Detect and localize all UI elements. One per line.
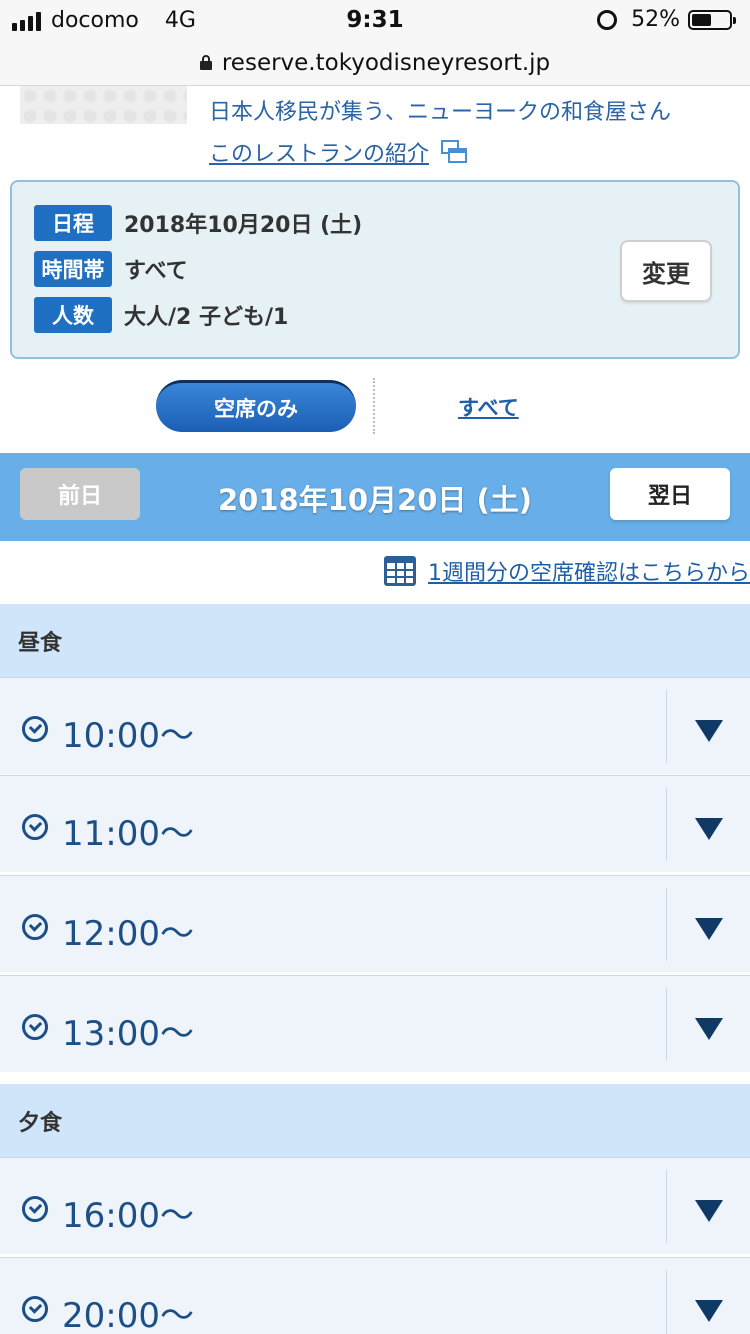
filter-available-only-button[interactable]: 空席のみ (156, 380, 356, 432)
clock-icon (22, 1296, 48, 1322)
clock-icon (22, 1196, 48, 1222)
clock-icon (22, 814, 48, 840)
slot-divider (666, 888, 667, 961)
condition-party-row: 人数 大人/2 子ども/1 (34, 297, 288, 333)
condition-time-label: 時間帯 (34, 251, 112, 287)
triangle-down-icon[interactable] (695, 1200, 723, 1222)
clock-icon (22, 914, 48, 940)
url-text: reserve.tokyodisneyresort.jp (221, 49, 551, 76)
slot-divider (666, 1270, 667, 1334)
time-slot-row[interactable]: 13:00〜 (0, 975, 750, 1072)
status-right: 52% (597, 7, 736, 32)
battery-fill (692, 13, 711, 26)
condition-date-row: 日程 2018年10月20日 (土) (34, 205, 362, 241)
restaurant-intro-link[interactable]: このレストランの紹介 (209, 136, 468, 168)
time-slot-row[interactable]: 12:00〜 (0, 875, 750, 972)
restaurant-intro-label: このレストランの紹介 (209, 142, 430, 167)
time-slot-row[interactable]: 20:00〜 (0, 1257, 750, 1334)
slot-divider (666, 690, 667, 763)
calendar-icon (384, 556, 416, 586)
alarm-icon (597, 9, 618, 30)
time-slot-label: 10:00〜 (62, 716, 194, 756)
filter-all-link[interactable]: すべて (458, 392, 519, 422)
time-slot-label: 11:00〜 (62, 814, 194, 854)
restaurant-thumbnail (20, 86, 187, 124)
condition-time-value: すべて (124, 259, 188, 284)
date-navigation-bar: 前日 2018年10月20日 (土) 翌日 (0, 453, 750, 541)
condition-date-value: 2018年10月20日 (土) (124, 213, 363, 238)
time-slot-label: 12:00〜 (62, 914, 194, 954)
triangle-down-icon[interactable] (695, 720, 723, 742)
slot-divider (666, 988, 667, 1061)
time-slot-label: 13:00〜 (62, 1014, 194, 1054)
triangle-down-icon[interactable] (695, 1300, 723, 1322)
time-slot-label: 16:00〜 (62, 1196, 194, 1236)
section-header-dinner: 夕食 (0, 1084, 750, 1158)
search-conditions-panel: 日程 2018年10月20日 (土) 時間帯 すべて 人数 大人/2 子ども/1… (10, 180, 740, 359)
url-bar[interactable]: reserve.tokyodisneyresort.jp (0, 40, 750, 86)
restaurant-description: 日本人移民が集う、ニューヨークの和食屋さん (209, 100, 672, 125)
time-slot-row[interactable]: 10:00〜 (0, 677, 750, 774)
condition-party-value: 大人/2 子ども/1 (124, 305, 289, 330)
window-icon (441, 140, 468, 164)
slot-divider (666, 1170, 667, 1243)
lock-icon (199, 55, 212, 70)
triangle-down-icon[interactable] (695, 918, 723, 940)
change-conditions-button[interactable]: 変更 (620, 240, 712, 302)
clock-icon (22, 716, 48, 742)
triangle-down-icon[interactable] (695, 1018, 723, 1040)
battery-icon (688, 9, 736, 30)
time-slot-row[interactable]: 11:00〜 (0, 775, 750, 872)
section-header-lunch: 昼食 (0, 604, 750, 678)
weekly-availability-label: 1週間分の空席確認はこちらから (428, 561, 750, 586)
battery-percent: 52% (631, 7, 680, 32)
triangle-down-icon[interactable] (695, 818, 723, 840)
condition-time-row: 時間帯 すべて (34, 251, 188, 287)
filter-divider (373, 378, 375, 434)
condition-party-label: 人数 (34, 297, 112, 333)
slot-divider (666, 788, 667, 861)
time-slot-label: 20:00〜 (62, 1296, 194, 1334)
condition-date-label: 日程 (34, 205, 112, 241)
next-day-button[interactable]: 翌日 (610, 468, 730, 520)
time-slot-row[interactable]: 16:00〜 (0, 1157, 750, 1254)
weekly-availability-link[interactable]: 1週間分の空席確認はこちらから (384, 555, 750, 587)
status-bar: docomo 4G 9:31 52% (0, 0, 750, 40)
clock-icon (22, 1014, 48, 1040)
